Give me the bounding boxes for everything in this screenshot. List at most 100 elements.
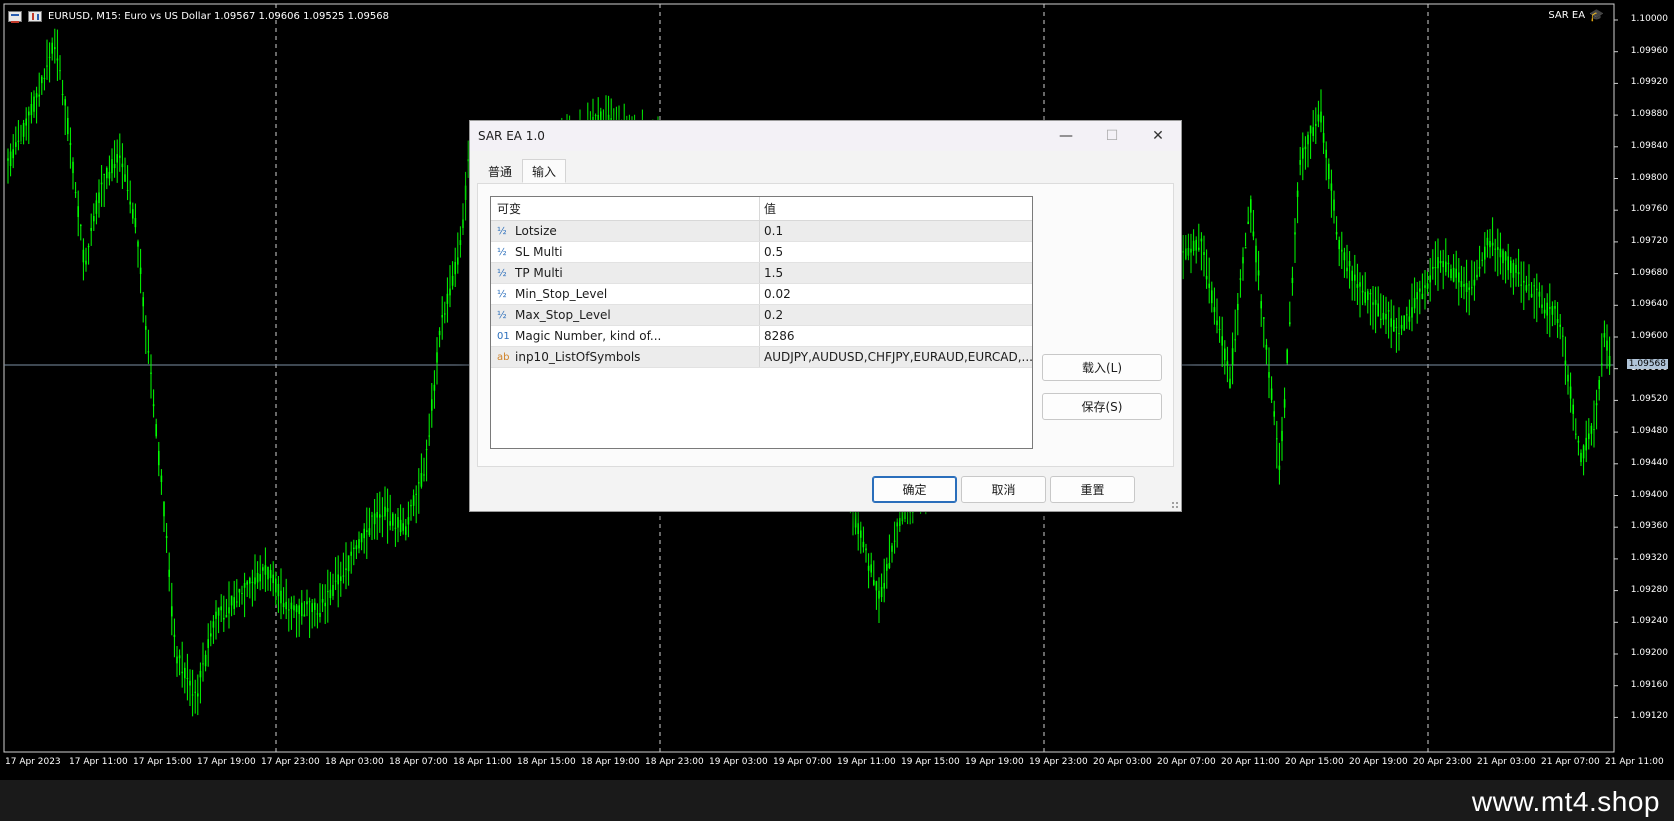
dialog-titlebar[interactable]: SAR EA 1.0 — ☐ ✕: [470, 121, 1181, 151]
candle-body: [896, 522, 898, 527]
resize-grip-icon[interactable]: [1171, 501, 1179, 509]
candle-body: [1354, 274, 1356, 281]
candle-body: [594, 115, 597, 117]
candle-body: [1226, 361, 1229, 366]
param-name-cell: ½ TP Multi: [491, 263, 760, 283]
maximize-button[interactable]: ☐: [1089, 121, 1135, 151]
minimize-button[interactable]: —: [1043, 121, 1089, 151]
watermark-text: www.mt4.shop: [1471, 786, 1660, 817]
expert-advisor-label[interactable]: SAR EA 🎓: [1548, 8, 1604, 22]
candle-body: [1455, 268, 1457, 278]
param-value-cell[interactable]: 0.2: [760, 305, 1032, 325]
candle-body: [883, 583, 885, 589]
time-tick-label: 19 Apr 11:00: [837, 757, 896, 767]
candle-body: [1486, 237, 1489, 246]
candle-body: [381, 515, 384, 517]
candle-body: [880, 586, 883, 598]
candle-body: [230, 595, 233, 606]
column-header-value[interactable]: 值: [760, 197, 1032, 220]
table-row[interactable]: ½ SL Multi 0.5: [491, 242, 1032, 263]
candle-body: [275, 578, 277, 593]
current-price-label: 1.09568: [1626, 359, 1668, 369]
candle-body: [1494, 248, 1496, 250]
param-name: Min_Stop_Level: [515, 287, 608, 301]
tab-common[interactable]: 普通: [478, 159, 522, 183]
load-button[interactable]: 载入(L): [1042, 354, 1162, 381]
candle-body: [1255, 245, 1257, 263]
param-value-cell[interactable]: 0.5: [760, 242, 1032, 262]
candle-body: [373, 513, 376, 525]
candle-body: [350, 551, 352, 556]
candle-body: [379, 514, 381, 518]
candle-body: [295, 605, 298, 613]
candle-body: [1564, 360, 1567, 365]
table-row[interactable]: ½ Max_Stop_Level 0.2: [491, 305, 1032, 326]
candle-body: [1439, 261, 1442, 264]
param-value-cell[interactable]: AUDJPY,AUDUSD,CHFJPY,EURAUD,EURCAD,...: [760, 347, 1032, 367]
candle-body: [1198, 247, 1200, 250]
table-row[interactable]: ½ Lotsize 0.1: [491, 221, 1032, 242]
candle-body: [324, 602, 326, 607]
candle-body: [186, 678, 189, 680]
candle-body: [1569, 386, 1572, 399]
candle-body: [1551, 306, 1554, 315]
price-tick-label: 1.09320: [1630, 552, 1668, 563]
table-row[interactable]: ½ TP Multi 1.5: [491, 263, 1032, 284]
candle-body: [1273, 411, 1275, 417]
reset-button[interactable]: 重置: [1050, 476, 1135, 503]
candle-body: [152, 404, 155, 407]
time-tick-label: 21 Apr 07:00: [1541, 757, 1600, 767]
candle-body: [899, 518, 901, 526]
candle-body: [1593, 429, 1595, 431]
candle-body: [1411, 307, 1413, 318]
chart-menu-icon[interactable]: [8, 10, 22, 23]
tab-inputs[interactable]: 输入: [522, 159, 567, 183]
candle-body: [25, 118, 27, 126]
candle-body: [262, 567, 264, 571]
candle-body: [893, 540, 896, 542]
chart-type-icon[interactable]: [28, 10, 42, 22]
param-value-cell[interactable]: 8286: [760, 326, 1032, 346]
candle-body: [1450, 269, 1452, 279]
candle-body: [1504, 252, 1507, 261]
time-tick-label: 17 Apr 15:00: [133, 757, 192, 767]
ok-button[interactable]: 确定: [872, 476, 957, 503]
candle-body: [121, 163, 124, 168]
candle-body: [238, 588, 241, 593]
candle-body: [1351, 270, 1353, 281]
candle-body: [100, 182, 103, 185]
save-button[interactable]: 保存(S): [1042, 393, 1162, 420]
candle-body: [1424, 285, 1426, 288]
candle-body: [389, 521, 391, 526]
table-row[interactable]: ½ Min_Stop_Level 0.02: [491, 284, 1032, 305]
candle-body: [256, 572, 259, 583]
candle-body: [259, 574, 261, 582]
column-header-variable[interactable]: 可变: [491, 197, 760, 220]
param-value-cell[interactable]: 0.02: [760, 284, 1032, 304]
candle-body: [870, 564, 872, 573]
candle-body: [451, 275, 454, 286]
candle-body: [1580, 452, 1582, 463]
candle-body: [311, 603, 313, 612]
candle-body: [363, 528, 365, 539]
time-tick-label: 20 Apr 11:00: [1221, 757, 1280, 767]
candle-body: [35, 93, 38, 98]
cancel-button[interactable]: 取消: [961, 476, 1046, 503]
candle-body: [1320, 111, 1322, 123]
table-row[interactable]: ab inp10_ListOfSymbols AUDJPY,AUDUSD,CHFJP…: [491, 347, 1032, 368]
candle-body: [124, 174, 126, 182]
candle-body: [321, 599, 324, 603]
close-button[interactable]: ✕: [1135, 121, 1181, 151]
candle-body: [402, 523, 404, 531]
param-value-cell[interactable]: 1.5: [760, 263, 1032, 283]
candle-body: [1473, 279, 1476, 286]
candle-body: [1231, 348, 1234, 365]
candle-body: [1291, 277, 1294, 284]
candle-body: [251, 581, 254, 583]
table-row[interactable]: 01 Magic Number, kind of... 8286: [491, 326, 1032, 347]
candle-body: [95, 200, 98, 214]
param-value-cell[interactable]: 0.1: [760, 221, 1032, 241]
candle-body: [438, 330, 441, 336]
candle-body: [98, 192, 100, 204]
candle-body: [87, 245, 90, 248]
